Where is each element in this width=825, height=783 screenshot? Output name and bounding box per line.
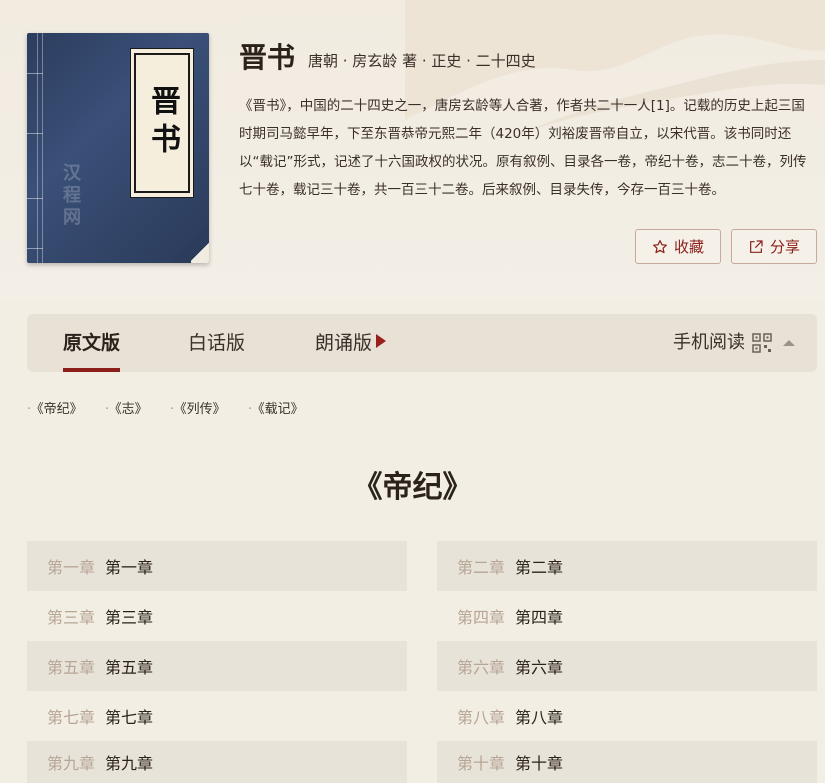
chapter-number: 第四章 [457, 608, 506, 627]
favorite-label: 收藏 [673, 238, 704, 256]
chapter-title: 第十章 [515, 754, 564, 773]
book-description: 《晋书》，中国的二十四史之一，唐房玄龄等人合著，作者共二十一人[1]。记载的历史… [239, 98, 807, 198]
caret-up-icon[interactable] [783, 340, 795, 346]
chapter-title: 第九章 [105, 754, 154, 773]
chapter-number: 第五章 [47, 658, 96, 677]
chapter-item[interactable]: 第八章 第八章 [437, 691, 817, 741]
chapter-number: 第十章 [457, 754, 506, 773]
chapter-number: 第一章 [47, 558, 96, 577]
chapter-item[interactable]: 第三章 第三章 [27, 591, 407, 641]
chapter-item[interactable]: 第六章 第六章 [437, 641, 817, 691]
share-icon [750, 239, 763, 253]
chapter-item[interactable]: 第七章 第七章 [27, 691, 407, 741]
cover-stitch [27, 198, 43, 199]
cover-page-fold [191, 241, 209, 263]
chapter-number: 第二章 [457, 558, 506, 577]
chapter-number: 第六章 [457, 658, 506, 677]
tab-recital[interactable]: 朗诵版 [315, 314, 387, 372]
cover-stitch [27, 73, 43, 74]
chapter-number: 第八章 [457, 708, 506, 727]
chapter-number: 第七章 [47, 708, 96, 727]
chapter-title: 第一章 [105, 558, 154, 577]
chapter-title: 第八章 [515, 708, 564, 727]
chapter-title: 第二章 [515, 558, 564, 577]
version-tab-bar: 原文版 白话版 朗诵版 手机阅读 [27, 314, 817, 372]
chapter-title: 第三章 [105, 608, 154, 627]
chapter-item[interactable]: 第四章 第四章 [437, 591, 817, 641]
chapter-title: 第七章 [105, 708, 154, 727]
section-link-zhi[interactable]: 《志》 [105, 398, 148, 417]
section-link-diji[interactable]: 《帝纪》 [27, 398, 83, 417]
chapter-item[interactable]: 第一章 第一章 [27, 541, 407, 591]
chapter-number: 第九章 [47, 754, 96, 773]
tab-vernacular[interactable]: 白话版 [188, 314, 245, 372]
chapter-title: 第四章 [515, 608, 564, 627]
chapter-item[interactable]: 第二章 第二章 [437, 541, 817, 591]
book-meta: 唐朝 · 房玄龄 著 · 正史 · 二十四史 [308, 52, 536, 70]
chapter-item[interactable]: 第九章 第九章 [27, 741, 407, 783]
share-button[interactable]: 分享 [731, 229, 817, 264]
chapter-item[interactable]: 第五章 第五章 [27, 641, 407, 691]
cover-title: 晋书 [134, 53, 190, 193]
tab-original[interactable]: 原文版 [63, 314, 121, 372]
chapter-title: 第五章 [105, 658, 154, 677]
star-icon [653, 239, 667, 253]
chapter-number: 第三章 [47, 608, 96, 627]
section-link-zaiji[interactable]: 《载记》 [248, 398, 304, 417]
chapter-item[interactable]: 第十章 第十章 [437, 741, 817, 783]
play-icon [376, 334, 387, 348]
section-link-liezhuan[interactable]: 《列传》 [170, 398, 226, 417]
cover-label: 晋书 [130, 48, 194, 198]
cover-spine [37, 33, 43, 263]
mobile-read-link[interactable]: 手机阅读 [673, 314, 745, 372]
chapter-title: 第六章 [515, 658, 564, 677]
book-cover: 汉程网 晋书 [27, 33, 209, 263]
cover-stitch [27, 248, 43, 249]
cover-stitch [27, 133, 43, 134]
tab-recital-label: 朗诵版 [315, 332, 373, 354]
share-label: 分享 [769, 238, 800, 256]
qr-code-icon[interactable] [752, 333, 772, 353]
favorite-button[interactable]: 收藏 [635, 229, 721, 264]
cover-watermark: 汉程网 [63, 163, 81, 228]
section-heading: 《帝纪》 [352, 470, 473, 505]
book-title: 晋书 [239, 41, 296, 74]
